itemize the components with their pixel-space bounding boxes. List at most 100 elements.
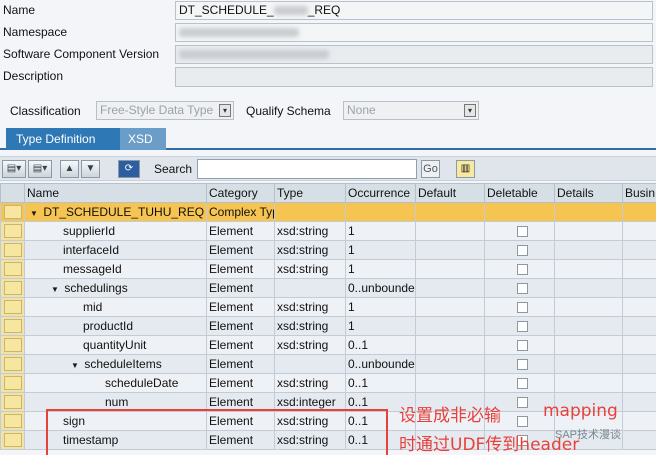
cell-deletable[interactable]: [484, 221, 555, 241]
select-all-header[interactable]: [0, 183, 25, 203]
cell-business[interactable]: [622, 411, 656, 431]
deletable-checkbox[interactable]: [517, 283, 528, 295]
cell-details[interactable]: [554, 202, 623, 222]
cell-category[interactable]: Element: [206, 316, 275, 336]
row-selector-handle[interactable]: [3, 319, 22, 333]
column-header-business[interactable]: Busin: [622, 183, 656, 203]
deletable-checkbox[interactable]: [517, 226, 528, 238]
cell-default[interactable]: [415, 316, 485, 336]
cell-default[interactable]: [415, 240, 485, 260]
cell-type[interactable]: xsd:string: [274, 373, 346, 393]
cell-name[interactable]: productId: [24, 316, 207, 336]
cell-details[interactable]: [554, 335, 623, 355]
cell-business[interactable]: [622, 259, 656, 279]
deletable-checkbox[interactable]: [517, 359, 528, 371]
cell-name[interactable]: mid: [24, 297, 207, 317]
cell-deletable[interactable]: [484, 202, 555, 222]
row-selector[interactable]: [0, 316, 25, 336]
row-selector-handle[interactable]: [3, 300, 22, 314]
cell-occurrence[interactable]: 0..unbounde: [345, 278, 416, 298]
qualify-schema-select[interactable]: None ▾: [343, 101, 479, 120]
cell-business[interactable]: [622, 278, 656, 298]
table-row[interactable]: productId Element xsd:string 1: [0, 316, 656, 336]
row-selector-handle[interactable]: [3, 262, 22, 276]
dropdown-icon[interactable]: ▾: [464, 104, 476, 117]
cell-business[interactable]: [622, 202, 656, 222]
deletable-checkbox[interactable]: [517, 378, 528, 390]
cell-deletable[interactable]: [484, 278, 555, 298]
cell-type[interactable]: xsd:string: [274, 316, 346, 336]
cell-deletable[interactable]: [484, 354, 555, 374]
cell-default[interactable]: [415, 202, 485, 222]
cell-name[interactable]: scheduleDate: [24, 373, 207, 393]
dropdown-icon[interactable]: ▾: [219, 104, 231, 117]
cell-business[interactable]: [622, 221, 656, 241]
cell-category[interactable]: Element: [206, 259, 275, 279]
cell-name[interactable]: interfaceId: [24, 240, 207, 260]
table-row[interactable]: interfaceId Element xsd:string 1: [0, 240, 656, 260]
row-selector[interactable]: [0, 202, 25, 222]
cell-business[interactable]: [622, 373, 656, 393]
table-row[interactable]: scheduleDate Element xsd:string 0..1: [0, 373, 656, 393]
cell-category[interactable]: Element: [206, 354, 275, 374]
row-selector-handle[interactable]: [3, 338, 22, 352]
cell-name[interactable]: messageId: [24, 259, 207, 279]
insert-row-button[interactable]: ▤▾: [2, 160, 26, 178]
table-row[interactable]: supplierId Element xsd:string 1: [0, 221, 656, 241]
row-selector[interactable]: [0, 373, 25, 393]
cell-type[interactable]: xsd:string: [274, 335, 346, 355]
cell-type[interactable]: xsd:string: [274, 259, 346, 279]
cell-name[interactable]: quantityUnit: [24, 335, 207, 355]
table-row[interactable]: ▼ schedulings Element 0..unbounde: [0, 278, 656, 298]
deletable-checkbox[interactable]: [517, 397, 528, 409]
cell-details[interactable]: [554, 278, 623, 298]
cell-category[interactable]: Element: [206, 373, 275, 393]
description-field[interactable]: [175, 67, 653, 87]
column-header-details[interactable]: Details: [554, 183, 623, 203]
cell-name[interactable]: ▼ DT_SCHEDULE_TUHU_REQ: [24, 202, 207, 222]
deletable-checkbox[interactable]: [517, 302, 528, 314]
row-selector[interactable]: [0, 240, 25, 260]
cell-deletable[interactable]: [484, 316, 555, 336]
tab-type-definition[interactable]: Type Definition: [6, 128, 120, 150]
cell-occurrence[interactable]: 0..1: [345, 335, 416, 355]
table-row[interactable]: ▼ scheduleItems Element 0..unbounde: [0, 354, 656, 374]
row-selector-handle[interactable]: [3, 243, 22, 257]
swcv-field[interactable]: [175, 45, 653, 64]
cell-default[interactable]: [415, 373, 485, 393]
column-header-default[interactable]: Default: [415, 183, 485, 203]
cell-business[interactable]: [622, 392, 656, 412]
row-selector-handle[interactable]: [3, 433, 22, 447]
cell-details[interactable]: [554, 373, 623, 393]
cell-business[interactable]: [622, 316, 656, 336]
name-field[interactable]: DT_SCHEDULE_ _REQ: [175, 1, 653, 20]
cell-type[interactable]: xsd:string: [274, 240, 346, 260]
namespace-field[interactable]: [175, 23, 653, 42]
move-up-button[interactable]: ▲: [60, 160, 79, 178]
cell-occurrence[interactable]: 0..1: [345, 373, 416, 393]
cell-deletable[interactable]: [484, 297, 555, 317]
cell-type[interactable]: [274, 354, 346, 374]
row-selector[interactable]: [0, 430, 25, 450]
row-selector[interactable]: [0, 297, 25, 317]
tab-xsd[interactable]: XSD: [120, 128, 166, 150]
row-selector-handle[interactable]: [3, 376, 22, 390]
cell-details[interactable]: [554, 259, 623, 279]
cell-occurrence[interactable]: 1: [345, 240, 416, 260]
cell-category[interactable]: Element: [206, 278, 275, 298]
cell-category[interactable]: Complex Typ: [206, 202, 275, 222]
cell-occurrence[interactable]: 1: [345, 259, 416, 279]
cell-default[interactable]: [415, 221, 485, 241]
cell-type[interactable]: [274, 278, 346, 298]
row-selector[interactable]: [0, 411, 25, 431]
cell-name[interactable]: ▼ schedulings: [24, 278, 207, 298]
cell-deletable[interactable]: [484, 373, 555, 393]
cell-occurrence[interactable]: 0..unbounde: [345, 354, 416, 374]
classification-select[interactable]: Free-Style Data Type ▾: [96, 101, 234, 120]
column-header-type[interactable]: Type: [274, 183, 346, 203]
row-selector-handle[interactable]: [3, 395, 22, 409]
row-selector[interactable]: [0, 259, 25, 279]
deletable-checkbox[interactable]: [517, 416, 528, 428]
cell-deletable[interactable]: [484, 259, 555, 279]
cell-category[interactable]: Element: [206, 297, 275, 317]
